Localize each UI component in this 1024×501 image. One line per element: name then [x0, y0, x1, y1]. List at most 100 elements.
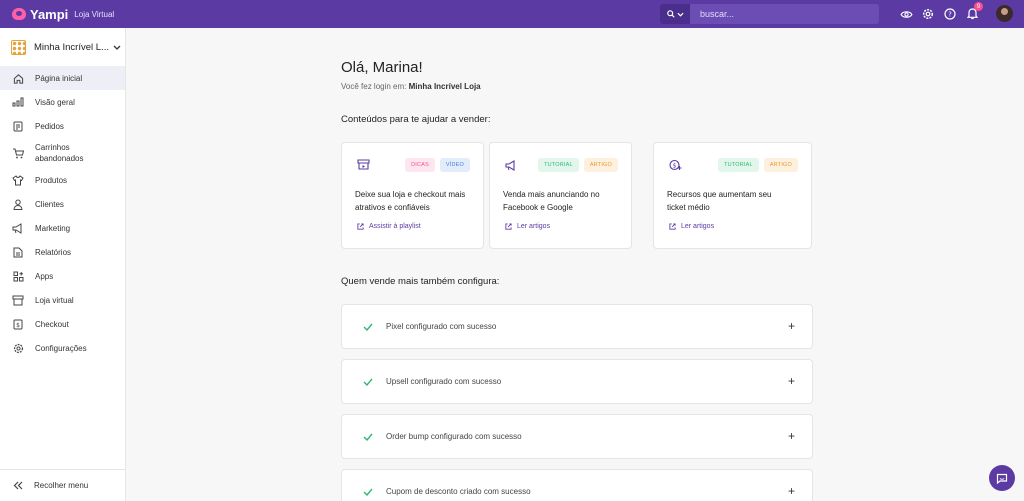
expand-plus-icon[interactable]: +	[788, 484, 795, 498]
login-prefix: Você fez login em:	[341, 82, 407, 91]
sidebar-item-label: Loja virtual	[35, 295, 74, 305]
money-plus-icon: $	[669, 158, 682, 176]
sidebar-item-configuracoes[interactable]: Configurações	[0, 336, 125, 360]
home-icon	[12, 72, 24, 84]
gear-icon	[12, 342, 24, 354]
sidebar-item-label: Marketing	[35, 223, 71, 233]
chevron-down-icon	[113, 45, 121, 50]
cart-icon	[12, 147, 24, 159]
collapse-menu-button[interactable]: Recolher menu	[0, 469, 125, 501]
card-link-label: Ler artigos	[681, 223, 715, 230]
config-label: Order bump configurado com sucesso	[386, 432, 522, 441]
user-icon	[12, 198, 24, 210]
config-label: Upsell configurado com sucesso	[386, 377, 502, 386]
expand-plus-icon[interactable]: +	[788, 429, 795, 443]
sidebar-item-carrinhos[interactable]: Carrinhos abandonados	[0, 138, 125, 168]
sidebar: Minha Incrível L... Página inicial Visão…	[0, 28, 126, 501]
svg-text:$: $	[16, 322, 20, 329]
shirt-icon	[12, 174, 24, 186]
sidebar-item-label: Pedidos	[35, 121, 64, 131]
tag-badge: ARTIGO	[763, 158, 798, 172]
tag-badge: TUTORIAL	[538, 158, 579, 172]
card-link[interactable]: Ler artigos	[669, 223, 714, 230]
eye-icon[interactable]	[898, 6, 914, 22]
sidebar-item-checkout[interactable]: $ Checkout	[0, 312, 125, 336]
card-text: Recursos que aumentam seu ticket médio	[667, 190, 772, 212]
store-name: Minha Incrível L...	[34, 41, 109, 53]
chart-icon	[12, 96, 24, 108]
config-label: Pixel configurado com sucesso	[386, 322, 497, 331]
tag-badge: TUTORIAL	[718, 158, 759, 172]
tag-badge: ARTIGO	[583, 158, 618, 172]
svg-text:?: ?	[948, 11, 952, 19]
login-info: Você fez login em: Minha Incrível Loja	[341, 82, 481, 91]
expand-plus-icon[interactable]: +	[788, 374, 795, 388]
external-link-icon	[669, 223, 676, 230]
search-input[interactable]	[690, 4, 879, 24]
content-card[interactable]: DICAS VÍDEO Deixe sua loja e checkout ma…	[341, 142, 484, 249]
sidebar-item-loja-virtual[interactable]: Loja virtual	[0, 288, 125, 312]
sidebar-item-marketing[interactable]: Marketing	[0, 216, 125, 240]
sidebar-nav: Página inicial Visão geral Pedidos Carri…	[0, 66, 125, 360]
card-link-label: Assistir à playlist	[369, 223, 421, 230]
external-link-icon	[357, 223, 364, 230]
sidebar-item-apps[interactable]: Apps	[0, 264, 125, 288]
help-icon[interactable]: ?	[942, 6, 958, 22]
check-icon	[363, 323, 373, 331]
config-accordion-item[interactable]: Upsell configurado com sucesso +	[341, 359, 813, 404]
store-selector[interactable]: Minha Incrível L...	[0, 28, 125, 66]
storefront-icon	[12, 294, 24, 306]
megaphone-icon	[505, 158, 517, 176]
config-accordion-item[interactable]: Order bump configurado com sucesso +	[341, 414, 813, 459]
check-icon	[363, 378, 373, 386]
sidebar-item-clientes[interactable]: Clientes	[0, 192, 125, 216]
content-card[interactable]: TUTORIAL ARTIGO Venda mais anunciando no…	[489, 142, 632, 249]
notifications-bell-icon[interactable]: 9	[964, 2, 983, 22]
tag-badge: DICAS	[405, 158, 435, 172]
brand-subtitle: Loja Virtual	[74, 9, 115, 19]
config-label: Cupom de desconto criado com sucesso	[386, 487, 531, 496]
card-link[interactable]: Assistir à playlist	[357, 223, 421, 230]
tag-badge: VÍDEO	[439, 158, 470, 172]
card-tags: DICAS VÍDEO	[400, 158, 470, 172]
avatar[interactable]	[996, 5, 1013, 22]
config-accordion-item[interactable]: Pixel configurado com sucesso +	[341, 304, 813, 349]
search-filter-button[interactable]	[660, 4, 690, 24]
content-section-title: Conteúdos para te ajudar a vender:	[341, 114, 491, 125]
sidebar-item-label: Visão geral	[35, 97, 75, 107]
megaphone-icon	[12, 222, 24, 234]
config-accordion-item[interactable]: Cupom de desconto criado com sucesso +	[341, 469, 813, 501]
chat-icon	[996, 473, 1008, 484]
sidebar-item-label: Apps	[35, 271, 54, 281]
page-title: Olá, Marina!	[341, 59, 423, 76]
double-chevron-left-icon	[13, 481, 23, 490]
sidebar-item-visao-geral[interactable]: Visão geral	[0, 90, 125, 114]
sidebar-item-label: Relatórios	[35, 247, 72, 257]
orders-icon	[12, 120, 24, 132]
content-card[interactable]: $ TUTORIAL ARTIGO Recursos que aumentam …	[653, 142, 812, 249]
sidebar-item-pedidos[interactable]: Pedidos	[0, 114, 125, 138]
collapse-menu-label: Recolher menu	[34, 481, 89, 490]
chat-support-button[interactable]	[989, 465, 1015, 491]
gear-icon[interactable]	[920, 6, 936, 22]
card-link-label: Ler artigos	[517, 223, 551, 230]
brand-name: Yampi	[30, 6, 69, 22]
svg-text:$: $	[673, 162, 677, 169]
expand-plus-icon[interactable]: +	[788, 319, 795, 333]
check-icon	[363, 433, 373, 441]
notification-badge: 9	[974, 2, 983, 11]
sidebar-item-label: Configurações	[35, 343, 87, 353]
card-link[interactable]: Ler artigos	[505, 223, 550, 230]
checkout-icon: $	[12, 318, 24, 330]
search-bar	[660, 4, 879, 24]
top-icons: ? 9	[898, 2, 986, 22]
login-store-name: Minha Incrível Loja	[408, 82, 481, 91]
card-text: Venda mais anunciando no Facebook e Goog…	[503, 190, 600, 212]
apps-icon	[12, 270, 24, 282]
sidebar-item-pagina-inicial[interactable]: Página inicial	[0, 66, 125, 90]
brand[interactable]: Yampi Loja Virtual	[12, 7, 114, 22]
sidebar-item-produtos[interactable]: Produtos	[0, 168, 125, 192]
config-section-title: Quem vende mais também configura:	[341, 276, 500, 287]
yampi-logo-icon	[12, 8, 26, 20]
sidebar-item-relatorios[interactable]: Relatórios	[0, 240, 125, 264]
